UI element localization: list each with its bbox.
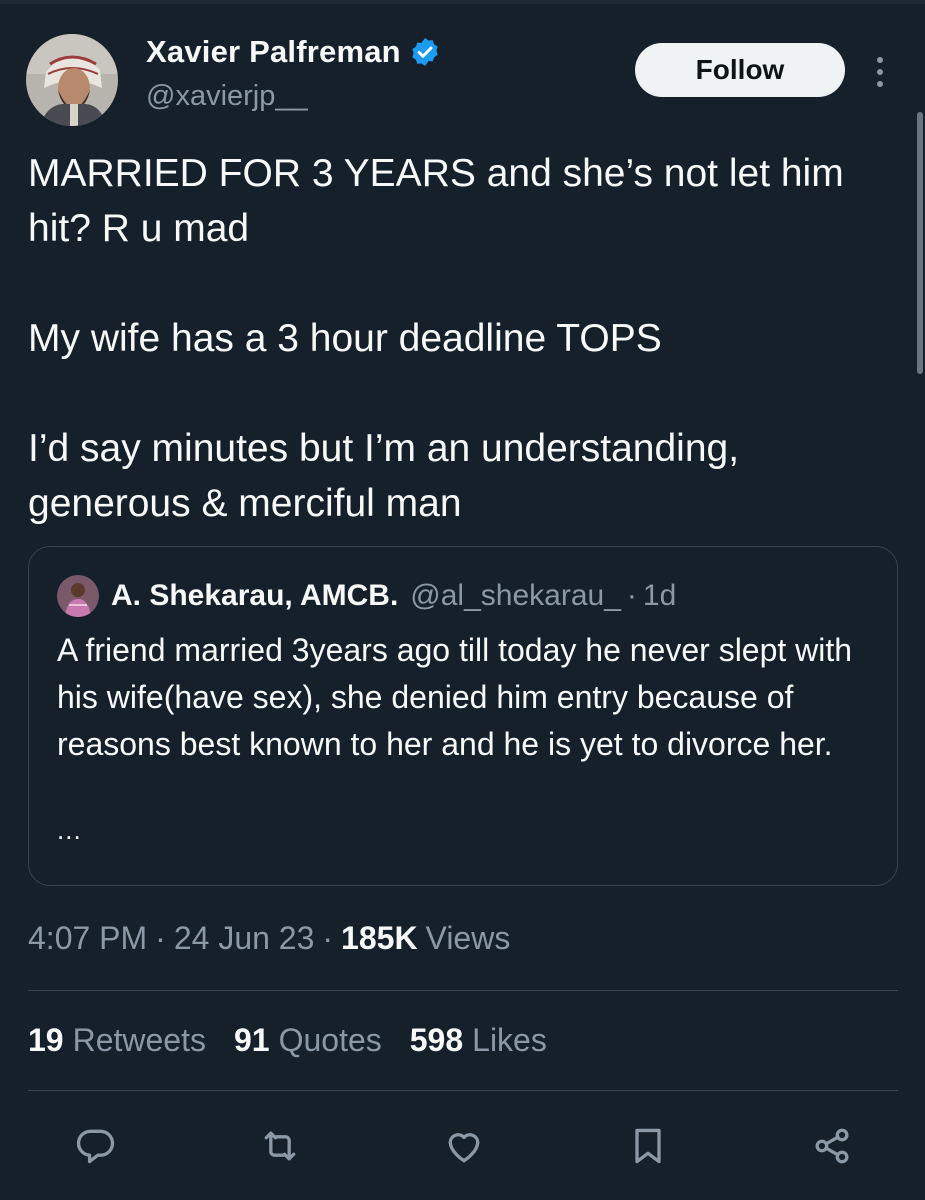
quoted-tweet-card[interactable]: A. Shekarau, AMCB. @al_shekarau_ · 1d A …: [28, 546, 898, 886]
quotes-label: Quotes: [278, 1022, 382, 1058]
author-name-row: Xavier Palfreman: [146, 34, 441, 70]
views-label: Views: [425, 920, 511, 956]
like-icon[interactable]: [440, 1122, 488, 1170]
tweet-page: Xavier Palfreman @xavierjp__ Follow MARR…: [0, 0, 925, 1200]
quoted-tweet-header: A. Shekarau, AMCB. @al_shekarau_ · 1d: [57, 575, 676, 617]
quotes-stat[interactable]: 91 Quotes: [234, 1022, 382, 1059]
tweet-text: MARRIED FOR 3 YEARS and she’s not let hi…: [28, 152, 844, 525]
meta-separator: ·: [155, 920, 166, 956]
engagement-stats: 19 Retweets 91 Quotes 598 Likes: [28, 1022, 575, 1059]
retweet-icon[interactable]: [256, 1122, 304, 1170]
tweet-date[interactable]: 24 Jun 23: [174, 920, 315, 957]
author-handle[interactable]: @xavierjp__: [146, 80, 308, 113]
scrollbar-thumb[interactable]: [917, 112, 923, 374]
follow-button[interactable]: Follow: [635, 43, 845, 97]
top-divider: [0, 0, 925, 4]
bookmark-icon[interactable]: [624, 1122, 672, 1170]
quoted-author-avatar: [57, 575, 99, 617]
divider: [28, 990, 898, 991]
quoted-separator: ·: [626, 579, 637, 612]
retweets-stat[interactable]: 19 Retweets: [28, 1022, 206, 1059]
tweet-time[interactable]: 4:07 PM: [28, 920, 147, 957]
tweet-meta: 4:07 PM · 24 Jun 23 · 185K Views: [28, 920, 510, 957]
likes-stat[interactable]: 598 Likes: [410, 1022, 547, 1059]
reply-icon[interactable]: [72, 1122, 120, 1170]
more-vertical-icon[interactable]: [866, 52, 894, 92]
quoted-tweet-text: A friend married 3years ago till today h…: [57, 632, 853, 762]
quotes-count: 91: [233, 1022, 270, 1058]
meta-separator: ·: [322, 920, 334, 956]
quoted-tweet-ellipsis: ...: [57, 815, 82, 845]
verified-badge-icon[interactable]: [409, 36, 441, 68]
retweets-count: 19: [28, 1022, 64, 1058]
likes-label: Likes: [472, 1022, 547, 1058]
share-icon[interactable]: [808, 1122, 856, 1170]
quoted-author-name: A. Shekarau, AMCB.: [111, 579, 399, 612]
quoted-author-handle: @al_shekarau_: [410, 579, 621, 612]
retweets-label: Retweets: [72, 1022, 206, 1058]
likes-count: 598: [409, 1022, 464, 1058]
views-count: 185K: [341, 920, 418, 956]
quoted-timestamp: 1d: [642, 579, 677, 612]
divider: [28, 1090, 898, 1091]
author-avatar[interactable]: [26, 34, 118, 126]
author-display-name[interactable]: Xavier Palfreman: [146, 34, 401, 70]
